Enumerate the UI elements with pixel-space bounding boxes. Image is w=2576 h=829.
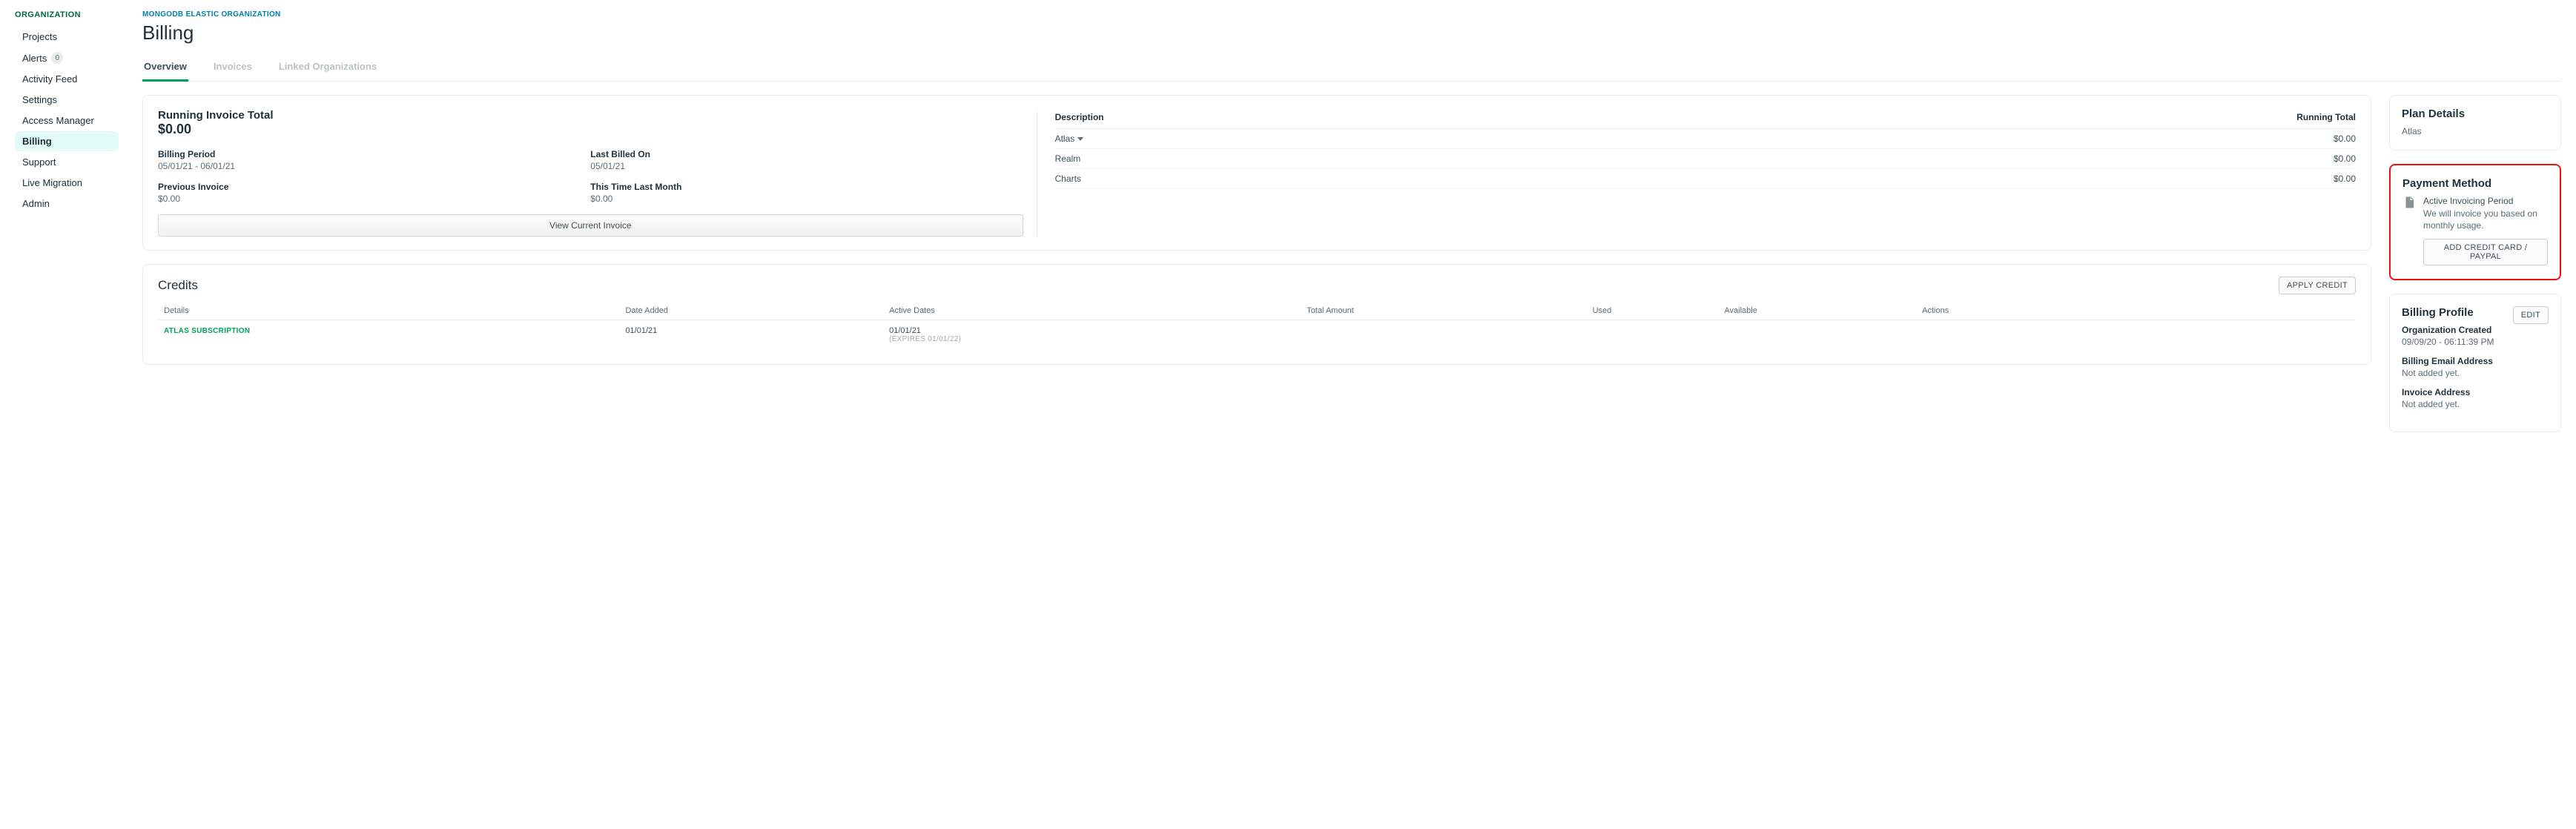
payment-subtitle: Active Invoicing Period <box>2423 196 2548 206</box>
desc-row-atlas[interactable]: Atlas $0.00 <box>1055 129 2356 149</box>
payment-method-card: Payment Method Active Invoicing Period W… <box>2389 164 2561 280</box>
invoice-address-value: Not added yet. <box>2402 399 2549 409</box>
running-left: Running Invoice Total $0.00 Billing Peri… <box>158 109 1037 237</box>
payment-method-title: Payment Method <box>2402 177 2548 190</box>
col-date-added: Date Added <box>619 302 883 320</box>
billing-profile-title: Billing Profile <box>2402 306 2474 319</box>
col-description: Description <box>1055 109 1644 129</box>
running-title: Running Invoice Total <box>158 109 1023 122</box>
this-time-value: $0.00 <box>590 194 1023 204</box>
chevron-down-icon <box>1077 137 1083 141</box>
billing-email-label: Billing Email Address <box>2402 356 2549 366</box>
sidebar-heading: ORGANIZATION <box>15 10 119 19</box>
tabs: Overview Invoices Linked Organizations <box>142 55 2561 82</box>
col-active-dates: Active Dates <box>883 302 1301 320</box>
running-amount: $0.00 <box>158 122 1023 137</box>
main-column: Running Invoice Total $0.00 Billing Peri… <box>142 95 2371 365</box>
nav-item-access-manager[interactable]: Access Manager <box>15 110 119 131</box>
org-created-label: Organization Created <box>2402 325 2549 335</box>
side-column: Plan Details Atlas Payment Method Active… <box>2389 95 2561 432</box>
billing-email-value: Not added yet. <box>2402 368 2549 378</box>
nav-item-settings[interactable]: Settings <box>15 90 119 110</box>
col-total-amount: Total Amount <box>1301 302 1586 320</box>
nav-item-alerts[interactable]: Alerts0 <box>15 47 119 68</box>
breadcrumb[interactable]: MONGODB ELASTIC ORGANIZATION <box>142 10 2561 19</box>
add-credit-card-button[interactable]: ADD CREDIT CARD / PAYPAL <box>2423 239 2548 265</box>
last-billed-value: 05/01/21 <box>590 161 1023 171</box>
edit-profile-button[interactable]: EDIT <box>2513 306 2549 324</box>
col-available: Available <box>1718 302 1916 320</box>
billing-profile-card: Billing Profile EDIT Organization Create… <box>2389 294 2561 432</box>
running-invoice-card: Running Invoice Total $0.00 Billing Peri… <box>142 95 2371 251</box>
credit-details-link[interactable]: ATLAS SUBSCRIPTION <box>164 327 250 335</box>
credits-card: Credits APPLY CREDIT Details Date Added … <box>142 264 2371 365</box>
invoice-icon <box>2402 196 2416 212</box>
credits-table: Details Date Added Active Dates Total Am… <box>158 302 2356 349</box>
billing-period-value: 05/01/21 - 06/01/21 <box>158 161 590 171</box>
org-created-value: 09/09/20 - 06:11:39 PM <box>2402 337 2549 347</box>
col-used: Used <box>1587 302 1719 320</box>
nav-item-admin[interactable]: Admin <box>15 194 119 214</box>
credit-active-dates: 01/01/21 (EXPIRES 01/01/22) <box>883 320 1301 350</box>
nav-item-projects[interactable]: Projects <box>15 27 119 47</box>
billing-period-label: Billing Period <box>158 149 590 159</box>
desc-row-charts: Charts $0.00 <box>1055 169 2356 189</box>
credit-date-added: 01/01/21 <box>619 320 883 350</box>
tab-overview[interactable]: Overview <box>142 55 188 82</box>
col-running-total: Running Total <box>1644 109 2356 129</box>
running-right: Description Running Total Atlas $0.00 Re… <box>1037 109 2356 237</box>
plan-details-title: Plan Details <box>2402 108 2549 120</box>
tab-linked-organizations[interactable]: Linked Organizations <box>277 55 378 82</box>
description-table: Description Running Total Atlas $0.00 Re… <box>1055 109 2356 189</box>
this-time-label: This Time Last Month <box>590 182 1023 192</box>
nav-item-live-migration[interactable]: Live Migration <box>15 173 119 193</box>
col-actions: Actions <box>1916 302 2356 320</box>
sidebar: ORGANIZATION Projects Alerts0 Activity F… <box>0 0 125 447</box>
view-current-invoice-button[interactable]: View Current Invoice <box>158 214 1023 237</box>
plan-details-card: Plan Details Atlas <box>2389 95 2561 151</box>
alerts-badge: 0 <box>51 52 63 64</box>
apply-credit-button[interactable]: APPLY CREDIT <box>2279 277 2356 294</box>
nav-item-activity-feed[interactable]: Activity Feed <box>15 69 119 89</box>
tab-invoices[interactable]: Invoices <box>212 55 254 82</box>
credits-title: Credits <box>158 278 198 293</box>
invoice-address-label: Invoice Address <box>2402 387 2549 397</box>
main: MONGODB ELASTIC ORGANIZATION Billing Ove… <box>125 0 2576 447</box>
credits-row: ATLAS SUBSCRIPTION 01/01/21 01/01/21 (EX… <box>158 320 2356 350</box>
desc-row-realm: Realm $0.00 <box>1055 149 2356 169</box>
last-billed-label: Last Billed On <box>590 149 1023 159</box>
nav-list: Projects Alerts0 Activity Feed Settings … <box>15 27 119 214</box>
page-title: Billing <box>142 22 2561 44</box>
previous-invoice-label: Previous Invoice <box>158 182 590 192</box>
previous-invoice-value: $0.00 <box>158 194 590 204</box>
nav-item-support[interactable]: Support <box>15 152 119 172</box>
plan-details-value: Atlas <box>2402 126 2549 136</box>
col-details: Details <box>158 302 619 320</box>
nav-item-billing[interactable]: Billing <box>15 131 119 151</box>
payment-desc: We will invoice you based on monthly usa… <box>2423 208 2548 231</box>
